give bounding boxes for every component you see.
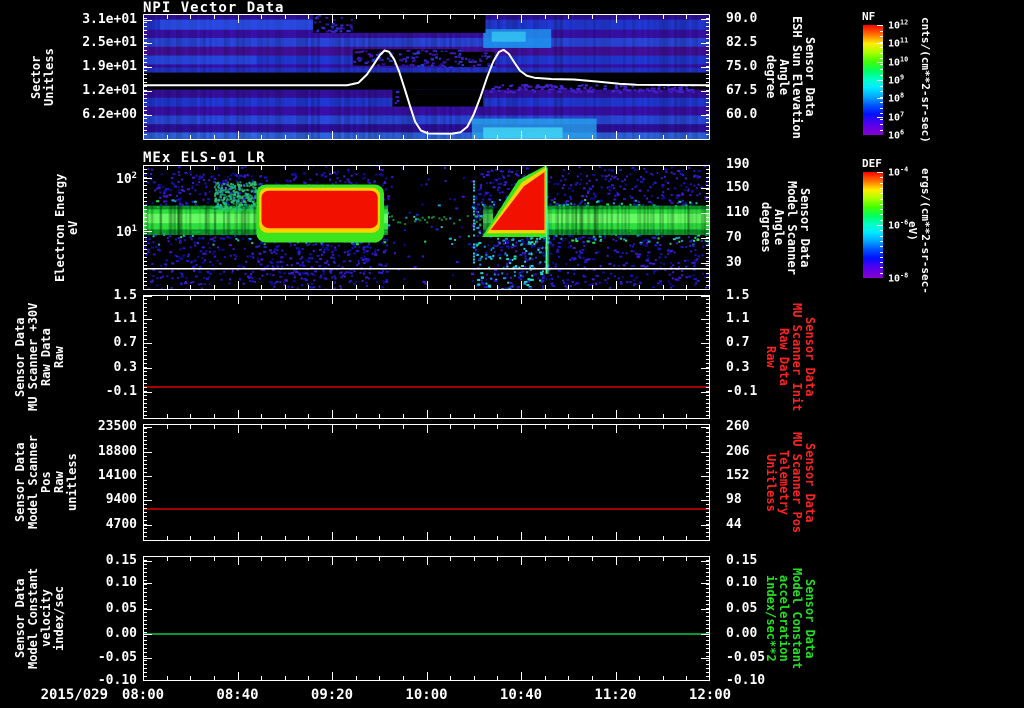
colorbar-tick-label: 106 (888, 128, 905, 142)
tick-label: 75.0 (726, 58, 758, 74)
panel2-left-axis-label: Electron Energy eV (53, 173, 80, 282)
tick-label: 82.5 (726, 34, 758, 50)
nf-colorbar-title: NF (862, 10, 876, 23)
panel2-right-axis-label: Sensor Data Model Scanner Angle degrees (759, 180, 812, 275)
colorbar-tick-label: 10-4 (888, 165, 909, 179)
tick-label: 0.05 (726, 601, 758, 616)
def-colorbar (863, 172, 883, 278)
panel2-title: MEx ELS-01 LR (143, 150, 266, 166)
tick-label: 152 (726, 468, 750, 484)
els-spectrogram (143, 165, 710, 290)
tick-label: 0.10 (726, 575, 758, 590)
x-tick-label: 10:40 (499, 687, 543, 703)
model-constant-plot (143, 556, 710, 681)
tick-label: 1.1 (726, 310, 750, 326)
colorbar-tick-label: 10-8 (888, 271, 909, 285)
colorbar-tick-label: 1012 (888, 18, 909, 32)
panel1-title: NPI Vector Data (143, 0, 285, 16)
tick-label: 0.00 (726, 626, 758, 641)
nf-colorbar (863, 25, 883, 135)
colorbar-tick-label: 1011 (888, 36, 909, 50)
colorbar-tick-label: 109 (888, 73, 905, 87)
def-colorbar-title: DEF (862, 157, 882, 170)
tick-label: -0.05 (726, 650, 766, 665)
colorbar-tick-label: 1010 (888, 54, 909, 69)
tick-label: 30 (726, 254, 742, 270)
tick-label: 67.5 (726, 82, 758, 98)
panel4-right-axis-label: Sensor Data MU Scanner Pos Telemetry Uni… (764, 431, 817, 534)
tick-label: 98 (726, 492, 742, 508)
panel3-right-axis-label: Sensor Data MU Scanner Init Raw Data Raw (764, 302, 817, 412)
x-tick-label: 09:20 (310, 687, 354, 703)
tick-label: 110 (726, 204, 750, 220)
panel3-left-axis-label: Sensor Data MU Scanner +30V Raw Data Raw (13, 302, 66, 412)
panel4-left-axis-label: Sensor Data Model Scanner Pos Raw unitle… (13, 435, 79, 530)
scanner-pos-plot (143, 424, 710, 541)
x-tick-label: 12:00 (688, 687, 732, 703)
tick-label: -0.1 (726, 383, 758, 399)
tick-label: 44 (726, 516, 742, 532)
tick-label: 0.3 (726, 360, 750, 376)
colorbar-tick-label: 107 (888, 109, 905, 124)
panel1-right-axis-label: Sensor Data ESH Sun Elevation Angle degr… (764, 15, 817, 139)
x-tick-label: 11:20 (594, 687, 637, 703)
tick-label: 90.0 (726, 11, 758, 27)
figure: NPI Vector Data MEx ELS-01 LR Sector Uni… (0, 0, 1024, 708)
tick-label: 60.0 (726, 106, 758, 122)
panel5-left-axis-label: Sensor Data Model Constant velocity inde… (13, 567, 66, 670)
x-tick-label: 10:00 (405, 687, 448, 703)
panel1-left-axis-label: Sector Unitless (29, 48, 56, 106)
tick-label: 190 (726, 157, 750, 172)
mu-scanner-30v-plot (143, 295, 710, 419)
npi-spectrogram (143, 14, 710, 140)
date-label: 2015/029 (40, 687, 108, 703)
nf-colorbar-units: cnts/(cm**2-sr-sec) (919, 17, 932, 143)
colorbar-tick-label: 108 (888, 91, 905, 105)
panel5-right-axis-label: Sensor Data Model Constant acceleration … (764, 567, 817, 670)
tick-label: 0.15 (726, 553, 758, 568)
tick-label: 1.5 (726, 287, 750, 303)
def-colorbar-units: ergs/(cm**2-sr-sec-eV) (906, 167, 932, 294)
tick-label: 150 (726, 179, 750, 195)
tick-label: 70 (726, 229, 742, 245)
tick-label: 0.7 (726, 334, 750, 350)
x-tick-label: 08:00 (121, 687, 165, 703)
tick-label: -0.10 (726, 673, 766, 688)
tick-label: 206 (726, 444, 750, 460)
x-tick-label: 08:40 (216, 687, 259, 703)
tick-label: 260 (726, 419, 750, 435)
